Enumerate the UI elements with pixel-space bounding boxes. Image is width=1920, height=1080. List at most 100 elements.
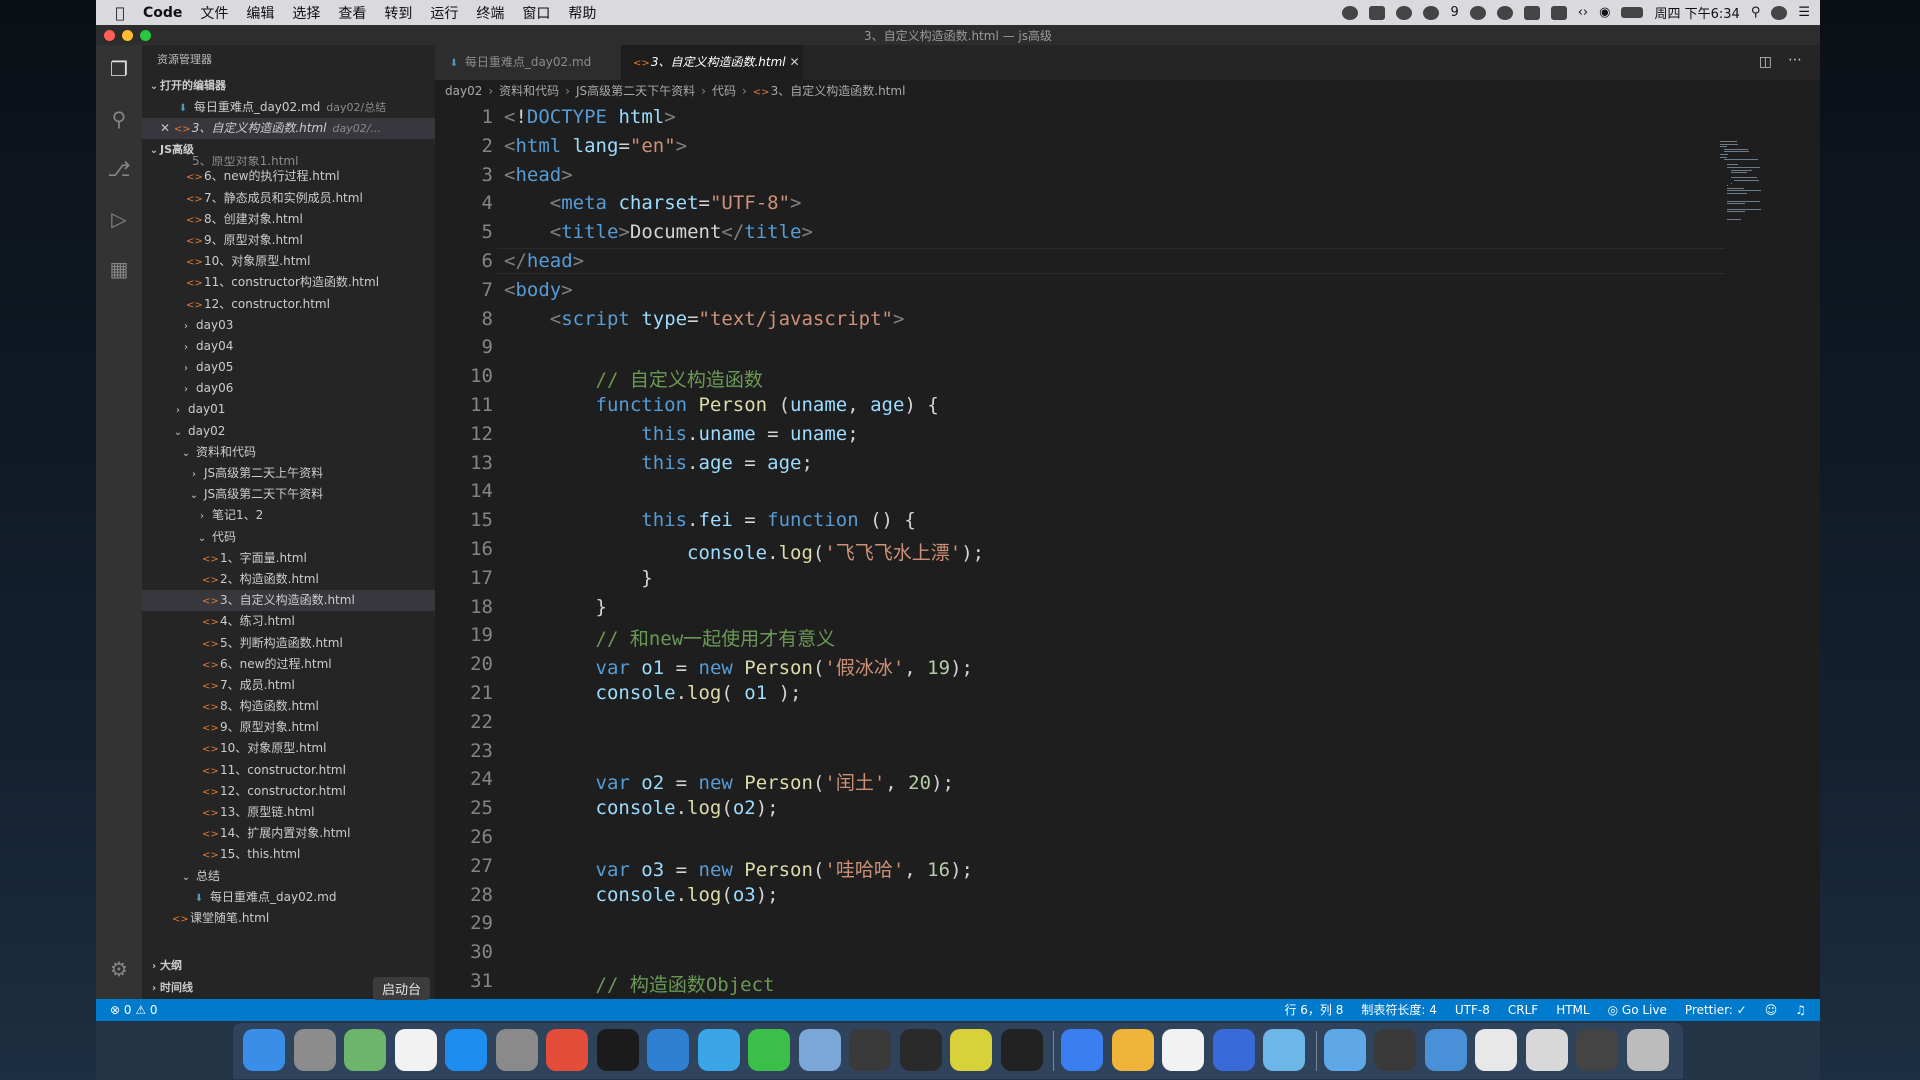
tab-custom-constructor[interactable]: <> 3、自定义构造函数.html ✕ [621, 45, 803, 80]
tree-folder[interactable]: ⌄ 资料和代码 [142, 442, 435, 463]
app-icon[interactable] [1212, 1029, 1255, 1071]
prettier-status[interactable]: Prettier: ✓ [1685, 999, 1747, 1021]
code-line[interactable]: var o2 = new Person('闰土', 20); [504, 768, 954, 795]
finder-icon[interactable] [243, 1029, 285, 1071]
tree-file[interactable]: <>1、字面量.html [142, 548, 435, 569]
tab-daily-notes[interactable]: ⬇ 每日重难点_day02.md [435, 45, 621, 80]
explorer-icon[interactable]: ❐ [105, 55, 133, 83]
close-editor-icon[interactable]: ✕ [160, 121, 170, 135]
menu-app-code[interactable]: Code [134, 5, 191, 21]
cursor-position[interactable]: 行 6，列 8 [1284, 999, 1343, 1021]
tree-folder[interactable]: › day06 [142, 378, 435, 399]
tree-file[interactable]: ⬇ 每日重难点_day02.md [142, 887, 435, 908]
menu-view[interactable]: 查看 [329, 3, 375, 23]
tree-file[interactable]: <>6、new的过程.html [142, 654, 435, 675]
tree-folder[interactable]: › day05 [142, 357, 435, 378]
tree-file[interactable]: <>12、constructor.html [142, 294, 435, 315]
menu-go[interactable]: 转到 [375, 3, 421, 23]
code-line[interactable]: this.uname = uname; [504, 423, 858, 445]
tray-chat-icon[interactable] [1396, 5, 1413, 20]
tree-file[interactable]: <>11、constructor构造函数.html [142, 272, 435, 293]
tray-bluetooth-icon[interactable] [1496, 5, 1513, 20]
folder-icon[interactable] [1475, 1029, 1517, 1071]
typora-icon[interactable] [1162, 1029, 1204, 1071]
qq-icon[interactable] [697, 1029, 740, 1071]
tree-folder[interactable]: › JS高级第二天上午资料 [142, 463, 435, 484]
tree-file[interactable]: <>15、this.html [142, 844, 435, 865]
system-preferences-icon[interactable] [495, 1029, 538, 1071]
tree-file[interactable]: <>6、new的执行过程.html [142, 166, 435, 187]
tree-file[interactable]: <>10、对象原型.html [142, 738, 435, 759]
tree-file[interactable]: <>5、判断构造函数.html [142, 633, 435, 654]
tab-size[interactable]: 制表符长度: 4 [1361, 999, 1437, 1021]
maps-icon[interactable] [344, 1029, 386, 1071]
input-method-icon[interactable] [1550, 5, 1567, 20]
code-line[interactable]: console.log(o3); [504, 884, 779, 906]
baidu-netdisk-icon[interactable] [1061, 1029, 1103, 1071]
cloud-app-icon[interactable] [1263, 1029, 1305, 1071]
code-line[interactable]: <body> [504, 279, 573, 301]
tree-folder[interactable]: › 笔记1、2 [142, 505, 435, 526]
siri-icon[interactable] [1771, 5, 1788, 20]
menu-window[interactable]: 窗口 [513, 3, 559, 23]
tree-file[interactable]: <>8、创建对象.html [142, 209, 435, 230]
folder-icon[interactable] [1525, 1029, 1568, 1071]
search-icon[interactable]: ⚲ [105, 105, 133, 133]
tree-file[interactable]: <>10、对象原型.html [142, 251, 435, 272]
code-line[interactable]: console.log('飞飞飞水上漂'); [504, 538, 984, 565]
tree-file[interactable]: <>9、原型对象.html [142, 717, 435, 738]
tree-file[interactable]: <>4、练习.html [142, 611, 435, 632]
tree-folder[interactable]: › day03 [142, 315, 435, 336]
folder-icon[interactable] [1374, 1029, 1416, 1071]
code-line[interactable]: // 构造函数Object [504, 970, 775, 997]
outline-header[interactable]: › 大纲 [142, 955, 435, 977]
code-line[interactable]: </head> [504, 250, 584, 272]
open-editor-item-active[interactable]: ✕ <> 3、自定义构造函数.html day02/... [142, 118, 435, 140]
app-icon[interactable] [950, 1029, 992, 1071]
file-encoding[interactable]: UTF-8 [1455, 999, 1490, 1021]
folder-icon[interactable] [1576, 1029, 1618, 1071]
code-line[interactable]: <meta charset="UTF-8"> [504, 192, 802, 214]
tray-wechat-icon[interactable] [1423, 5, 1440, 20]
code-line[interactable]: <title>Document</title> [504, 221, 813, 243]
code-line[interactable]: <!DOCTYPE html> [504, 106, 676, 128]
tree-file[interactable]: <>12、constructor.html [142, 781, 435, 802]
launchpad-icon[interactable] [293, 1029, 336, 1071]
calendar-icon[interactable] [394, 1029, 437, 1071]
run-debug-icon[interactable]: ▷ [105, 205, 133, 233]
close-tab-icon[interactable]: ✕ [789, 55, 799, 69]
code-line[interactable]: <script type="text/javascript"> [504, 308, 905, 330]
chrome-icon[interactable] [546, 1029, 588, 1071]
tray-screen-icon[interactable] [1369, 5, 1386, 20]
tree-file[interactable]: <>课堂随笔.html [142, 908, 435, 929]
line-ending[interactable]: CRLF [1508, 999, 1538, 1021]
tree-file[interactable]: <>9、原型对象.html [142, 230, 435, 251]
tree-folder[interactable]: ⌄ 总结 [142, 866, 435, 887]
tree-file[interactable]: <>8、构造函数.html [142, 696, 435, 717]
code-line[interactable]: this.fei = function () { [504, 509, 916, 531]
app-store-icon[interactable] [445, 1029, 487, 1071]
obs-icon[interactable] [899, 1029, 942, 1071]
go-live-button[interactable]: ◎ Go Live [1608, 999, 1667, 1021]
menu-terminal[interactable]: 终端 [467, 3, 513, 23]
tree-folder[interactable]: › day04 [142, 336, 435, 357]
tree-file[interactable]: <>11、constructor.html [142, 760, 435, 781]
apple-menu-icon[interactable]:  [106, 4, 134, 22]
menu-help[interactable]: 帮助 [559, 3, 605, 23]
code-line[interactable]: } [504, 567, 652, 589]
feedback-icon[interactable]: ☺ [1765, 999, 1778, 1021]
tree-folder[interactable]: ⌄ day02 [142, 421, 435, 442]
breadcrumb-item[interactable]: JS高级第二天下午资料 [576, 84, 695, 98]
code-line[interactable]: console.log( o1 ); [504, 682, 802, 704]
vscode-icon[interactable] [647, 1029, 689, 1071]
notification-center-icon[interactable]: ☰ [1798, 5, 1810, 20]
app-icon[interactable] [1111, 1029, 1154, 1071]
trash-icon[interactable] [1626, 1029, 1669, 1071]
code-line[interactable]: console.log(o2); [504, 797, 779, 819]
tray-airplay-icon[interactable] [1523, 5, 1540, 20]
tray-app-icon[interactable] [1342, 5, 1359, 20]
source-control-icon[interactable]: ⎇ [105, 155, 133, 183]
tree-folder[interactable]: ⌄ 代码 [142, 527, 435, 548]
menubar-datetime[interactable]: 周四 下午6:34 [1654, 3, 1739, 22]
breadcrumb-item[interactable]: 代码 [712, 84, 736, 98]
